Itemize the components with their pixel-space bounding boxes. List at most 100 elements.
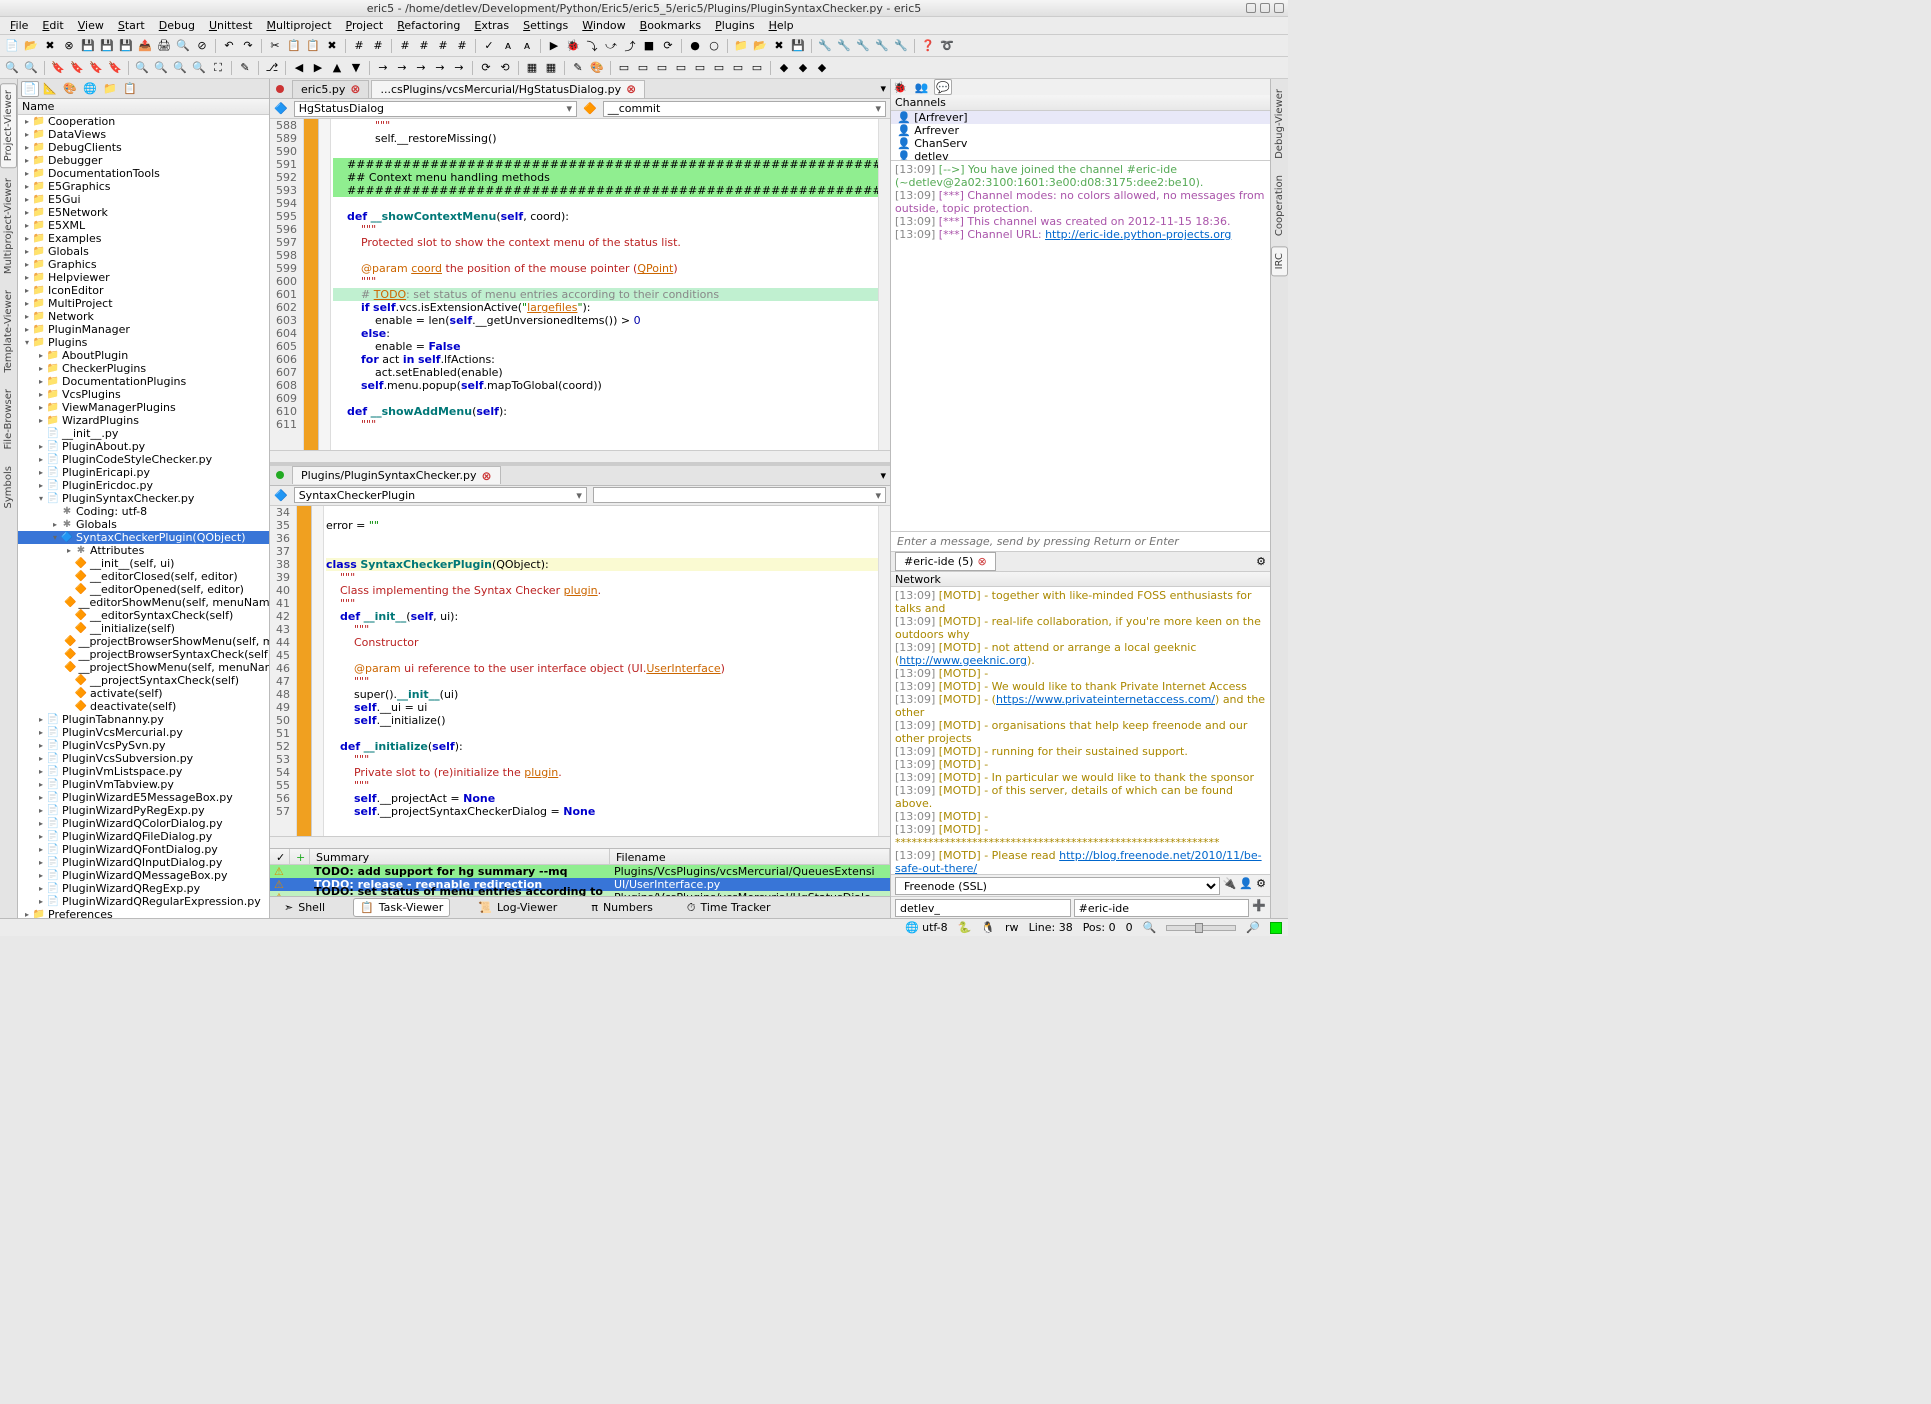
goto4-icon[interactable]: →: [431, 59, 449, 77]
tag2-icon[interactable]: #: [415, 37, 433, 55]
nick-input[interactable]: [895, 899, 1071, 917]
tree-item[interactable]: 🔶__editorShowMenu(self, menuName, men: [18, 596, 269, 609]
method-selector[interactable]: __commit▾: [603, 101, 886, 117]
tree-item[interactable]: ▸📁DataViews: [18, 128, 269, 141]
tree-item[interactable]: ▸📁CheckerPlugins: [18, 362, 269, 375]
tree-item[interactable]: ▸📄PluginWizardQRegExp.py: [18, 882, 269, 895]
misc1-icon[interactable]: ◆: [775, 59, 793, 77]
tree-item[interactable]: ▸📁DebugClients: [18, 141, 269, 154]
tree-item[interactable]: 🔶__editorClosed(self, editor): [18, 570, 269, 583]
goto3-icon[interactable]: →: [412, 59, 430, 77]
channel-log[interactable]: [13:09] [-->] You have joined the channe…: [891, 161, 1270, 531]
view1-icon[interactable]: ▦: [523, 59, 541, 77]
zoom-in-icon[interactable]: 🔎: [1246, 921, 1260, 934]
tree-item[interactable]: ▸📄PluginWizardQInputDialog.py: [18, 856, 269, 869]
menu-plugins[interactable]: Plugins: [709, 17, 760, 34]
tree-item[interactable]: ▸📁E5Graphics: [18, 180, 269, 193]
maximize-button[interactable]: [1260, 3, 1270, 13]
find-next-icon[interactable]: 🔍: [22, 59, 40, 77]
irc-tab-icon[interactable]: 💬: [934, 79, 952, 95]
goto2-icon[interactable]: →: [393, 59, 411, 77]
step-icon[interactable]: ⤵: [583, 37, 601, 55]
tree-item[interactable]: ▸📄PluginWizardE5MessageBox.py: [18, 791, 269, 804]
tree-item[interactable]: ▸📄PluginVmTabview.py: [18, 778, 269, 791]
close-icon[interactable]: ⊗: [626, 82, 636, 96]
debug-icon[interactable]: 🐞: [564, 37, 582, 55]
tree-item[interactable]: 🔶activate(self): [18, 687, 269, 700]
view2-icon[interactable]: ▦: [542, 59, 560, 77]
quit-icon[interactable]: ⊘: [193, 37, 211, 55]
zoom-out-icon[interactable]: 🔍: [152, 59, 170, 77]
tree-item[interactable]: ✱Coding: utf-8: [18, 505, 269, 518]
tree-item[interactable]: ▾📄PluginSyntaxChecker.py: [18, 492, 269, 505]
bm-next-icon[interactable]: 🔖: [68, 59, 86, 77]
zoom-in-icon[interactable]: 🔍: [133, 59, 151, 77]
bm-prev-icon[interactable]: 🔖: [87, 59, 105, 77]
proj-open-icon[interactable]: 📂: [751, 37, 769, 55]
tree-item[interactable]: ▸📄PluginWizardQFileDialog.py: [18, 830, 269, 843]
zoom-out-icon[interactable]: 🔍: [1143, 921, 1157, 934]
nick-list[interactable]: 👤 [Arfrever]👤 Arfrever👤 ChanServ👤 detlev: [891, 111, 1270, 161]
task-col-filename[interactable]: Filename: [610, 849, 890, 864]
vtab-debug-viewer[interactable]: Debug-Viewer: [1272, 83, 1287, 165]
run-icon[interactable]: ▶: [545, 37, 563, 55]
win5-icon[interactable]: ▭: [691, 59, 709, 77]
save-as-icon[interactable]: 💾: [98, 37, 116, 55]
close-icon[interactable]: ⊗: [482, 469, 492, 483]
tree-item[interactable]: ▸📁Debugger: [18, 154, 269, 167]
tag-icon[interactable]: #: [396, 37, 414, 55]
encoding-indicator[interactable]: 🌐 utf-8: [905, 921, 947, 934]
step-over-icon[interactable]: ⤻: [602, 37, 620, 55]
sync-icon[interactable]: ⟲: [496, 59, 514, 77]
tree-item[interactable]: ▸📁Globals: [18, 245, 269, 258]
menu-file[interactable]: File: [4, 17, 34, 34]
refresh-icon[interactable]: ⟳: [477, 59, 495, 77]
vtab-template-viewer[interactable]: Template-Viewer: [1, 284, 16, 379]
tree-item[interactable]: 🔶__initialize(self): [18, 622, 269, 635]
tree-item[interactable]: ▸📁VcsPlugins: [18, 388, 269, 401]
tree-item[interactable]: ▸📁E5XML: [18, 219, 269, 232]
menu-start[interactable]: Start: [112, 17, 151, 34]
abc-icon[interactable]: ᴀ: [499, 37, 517, 55]
tree-item[interactable]: ▸📄PluginEricdoc.py: [18, 479, 269, 492]
close-icon[interactable]: ⊗: [977, 555, 986, 568]
save-icon[interactable]: 💾: [79, 37, 97, 55]
editor2-minimap[interactable]: [878, 506, 890, 837]
nick-item[interactable]: 👤 detlev: [891, 150, 1270, 161]
settings-icon[interactable]: ⚙: [1256, 877, 1266, 894]
undo-icon[interactable]: ↶: [220, 37, 238, 55]
editor-tab[interactable]: ...csPlugins/vcsMercurial/HgStatusDialog…: [371, 80, 645, 98]
tree-item[interactable]: ▸📄PluginTabnanny.py: [18, 713, 269, 726]
tag4-icon[interactable]: #: [453, 37, 471, 55]
editor2-code[interactable]: error = ""class SyntaxCheckerPlugin(QObj…: [324, 506, 878, 837]
uncomment-icon[interactable]: #: [369, 37, 387, 55]
menu-help[interactable]: Help: [763, 17, 800, 34]
tree-item[interactable]: ▸📄PluginWizardQMessageBox.py: [18, 869, 269, 882]
tool3-icon[interactable]: 🔧: [854, 37, 872, 55]
translations-tab-icon[interactable]: 🌐: [81, 81, 99, 97]
editor2-fold[interactable]: [312, 506, 324, 837]
win2-icon[interactable]: ▭: [634, 59, 652, 77]
menu-refactoring[interactable]: Refactoring: [391, 17, 466, 34]
restart-icon[interactable]: ⟳: [659, 37, 677, 55]
vtab-project-viewer[interactable]: Project-Viewer: [0, 83, 17, 168]
comment-icon[interactable]: #: [350, 37, 368, 55]
win8-icon[interactable]: ▭: [748, 59, 766, 77]
menu-extras[interactable]: Extras: [468, 17, 515, 34]
editor-tab[interactable]: eric5.py ⊗: [292, 80, 369, 98]
forms-tab-icon[interactable]: 📐: [41, 81, 59, 97]
zoom-fit-icon[interactable]: 🔍: [190, 59, 208, 77]
close-icon[interactable]: ✖: [41, 37, 59, 55]
sources-tab-icon[interactable]: 📄: [21, 81, 39, 97]
menu-unittest[interactable]: Unittest: [203, 17, 259, 34]
network-log[interactable]: [13:09] [MOTD] - together with like-mind…: [891, 587, 1270, 874]
menu-project[interactable]: Project: [340, 17, 390, 34]
nav-fwd-icon[interactable]: ▶: [309, 59, 327, 77]
win3-icon[interactable]: ▭: [653, 59, 671, 77]
tree-item[interactable]: ▸📁DocumentationPlugins: [18, 375, 269, 388]
tree-item[interactable]: ▸📄PluginCodeStyleChecker.py: [18, 453, 269, 466]
edit-icon[interactable]: ✎: [236, 59, 254, 77]
task-col-summary[interactable]: Summary: [310, 849, 610, 864]
zoom-reset-icon[interactable]: 🔍: [171, 59, 189, 77]
proj-save-icon[interactable]: 💾: [789, 37, 807, 55]
